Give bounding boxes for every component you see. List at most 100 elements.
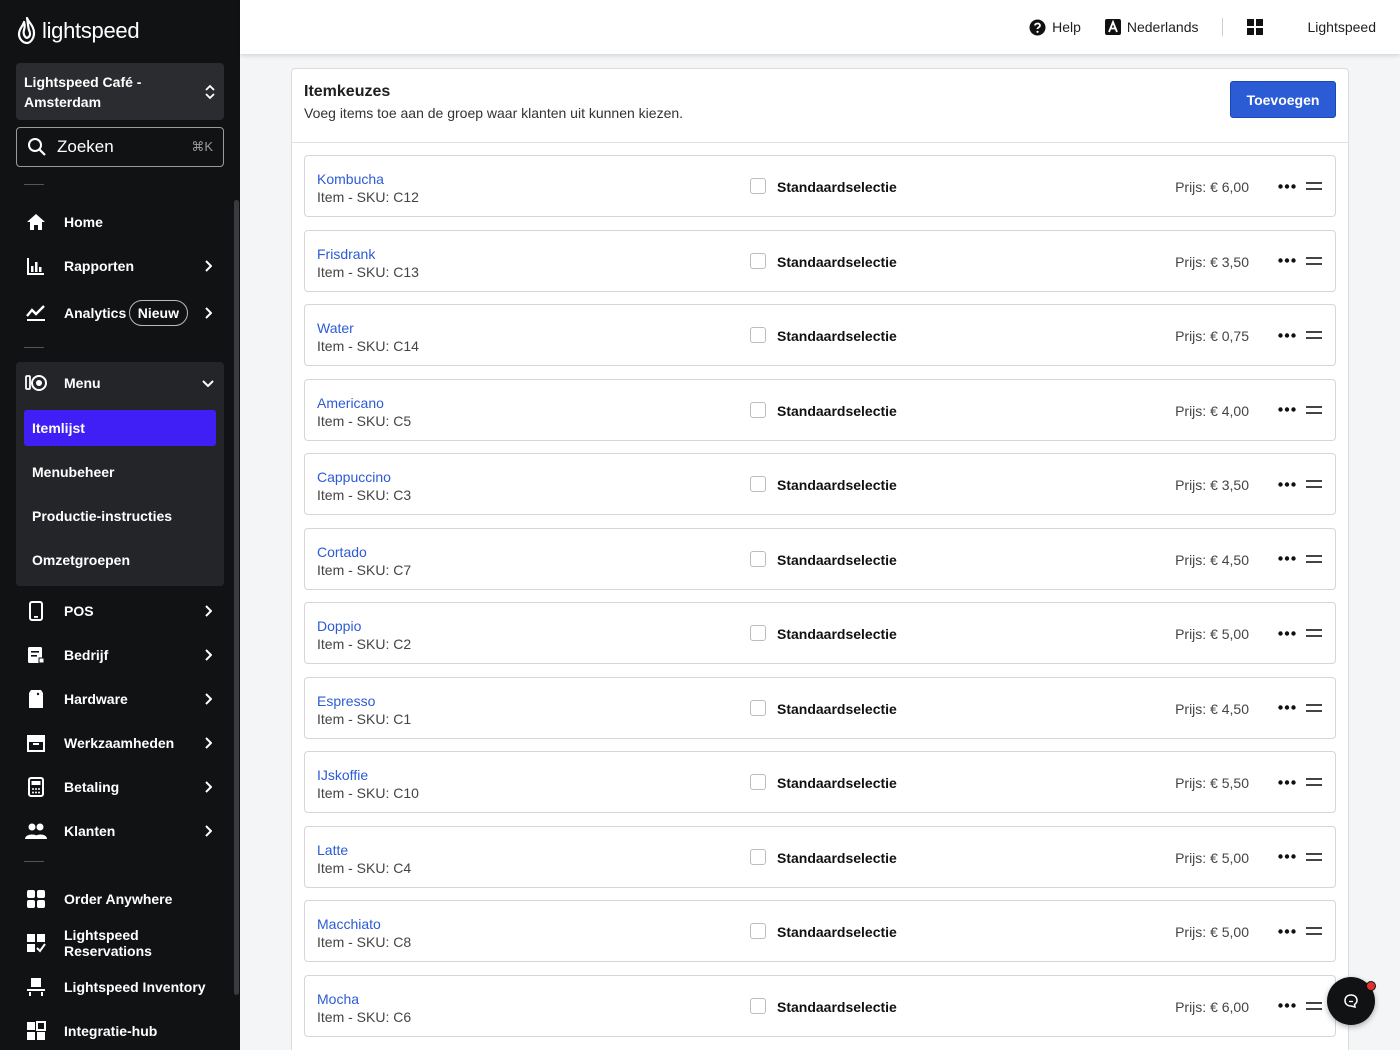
drag-handle[interactable]: [1305, 921, 1323, 941]
sidebar-item-hardware[interactable]: Hardware: [16, 679, 224, 719]
item-name-link[interactable]: Kombucha: [317, 170, 384, 188]
item-name-link[interactable]: Mocha: [317, 990, 359, 1008]
default-selection-checkbox[interactable]: [750, 699, 766, 716]
drag-handle[interactable]: [1305, 176, 1323, 196]
more-options-button[interactable]: [1277, 251, 1297, 271]
sidebar-item-label: Home: [64, 214, 103, 230]
sidebar-item-integratie-hub[interactable]: Integratie-hub: [16, 1011, 224, 1050]
drag-handle[interactable]: [1305, 623, 1323, 643]
drag-handle[interactable]: [1305, 847, 1323, 867]
item-name-link[interactable]: IJskoffie: [317, 766, 368, 784]
store-switcher[interactable]: Lightspeed Café - Amsterdam: [16, 63, 224, 120]
more-options-button[interactable]: [1277, 772, 1297, 792]
drag-handle-icon: [1306, 852, 1322, 861]
more-options-button[interactable]: [1277, 176, 1297, 196]
item-name-link[interactable]: Water: [317, 319, 354, 337]
sidebar-item-pos[interactable]: POS: [16, 591, 224, 631]
item-row[interactable]: Mocha Item - SKU: C6 Standaardselectie P…: [304, 974, 1336, 1037]
default-selection-checkbox[interactable]: [750, 997, 766, 1014]
sidebar-subitem-productie-instructies[interactable]: Productie-instructies: [24, 498, 216, 534]
item-row[interactable]: IJskoffie Item - SKU: C10 Standaardselec…: [304, 751, 1336, 813]
item-name-link[interactable]: Cortado: [317, 543, 367, 561]
lightspeed-logo[interactable]: lightspeed: [16, 16, 140, 46]
item-row[interactable]: Doppio Item - SKU: C2 Standaardselectie …: [304, 602, 1336, 664]
sidebar-item-werkzaamheden[interactable]: Werkzaamheden: [16, 723, 224, 763]
sidebar-item-home[interactable]: Home: [16, 202, 224, 242]
item-name-link[interactable]: Macchiato: [317, 915, 381, 933]
default-selection-checkbox[interactable]: [750, 625, 766, 641]
default-selection-label: Standaardselectie: [777, 700, 897, 717]
item-row[interactable]: Cortado Item - SKU: C7 Standaardselectie…: [304, 527, 1336, 590]
sidebar-subitem-menubeheer[interactable]: Menubeheer: [24, 454, 216, 490]
more-options-button[interactable]: [1277, 921, 1297, 941]
item-name-link[interactable]: Latte: [317, 841, 348, 859]
more-options-button[interactable]: [1277, 847, 1297, 867]
account-menu[interactable]: Lightspeed: [1307, 19, 1376, 35]
item-row[interactable]: Cappuccino Item - SKU: C3 Standaardselec…: [304, 453, 1336, 515]
sidebar-item-analytics[interactable]: Analytics Nieuw: [16, 293, 224, 333]
default-selection-label: Standaardselectie: [777, 849, 897, 866]
more-options-button[interactable]: [1277, 549, 1297, 569]
sidebar-scrollbar[interactable]: [234, 200, 239, 995]
more-options-button[interactable]: [1277, 400, 1297, 420]
drag-handle[interactable]: [1305, 325, 1323, 345]
more-options-button[interactable]: [1277, 698, 1297, 718]
default-selection-checkbox[interactable]: [750, 401, 766, 418]
item-name-link[interactable]: Doppio: [317, 617, 361, 635]
sidebar-subitem-omzetgroepen[interactable]: Omzetgroepen: [24, 542, 216, 578]
item-row[interactable]: Kombucha Item - SKU: C12 Standaardselect…: [304, 155, 1336, 217]
add-button[interactable]: Toevoegen: [1230, 81, 1336, 118]
sidebar-item-order-anywhere[interactable]: Order Anywhere: [16, 879, 224, 919]
sidebar: lightspeed Lightspeed Café - Amsterdam Z…: [0, 0, 240, 1050]
sidebar-item-inventory[interactable]: Lightspeed Inventory: [16, 967, 224, 1007]
drag-handle[interactable]: [1305, 549, 1323, 569]
more-options-button[interactable]: [1277, 996, 1297, 1016]
default-selection-checkbox[interactable]: [750, 476, 766, 492]
sidebar-item-bedrijf[interactable]: Bedrijf: [16, 635, 224, 675]
help-link[interactable]: Help: [1029, 19, 1081, 36]
item-row[interactable]: Latte Item - SKU: C4 Standaardselectie P…: [304, 825, 1336, 888]
item-row[interactable]: Macchiato Item - SKU: C8 Standaardselect…: [304, 900, 1336, 962]
drag-handle[interactable]: [1305, 772, 1323, 792]
item-row[interactable]: Frisdrank Item - SKU: C13 Standaardselec…: [304, 229, 1336, 292]
sidebar-item-betaling[interactable]: Betaling: [16, 767, 224, 807]
sidebar-item-klanten[interactable]: Klanten: [16, 811, 224, 851]
sidebar-item-label: Klanten: [64, 823, 116, 839]
default-selection-checkbox[interactable]: [750, 178, 766, 194]
drag-handle-icon: [1306, 927, 1322, 935]
item-row[interactable]: Water Item - SKU: C14 Standaardselectie …: [304, 304, 1336, 366]
drag-handle[interactable]: [1305, 698, 1323, 718]
drag-handle-icon: [1306, 480, 1322, 488]
default-selection-checkbox[interactable]: [750, 923, 766, 939]
drag-handle[interactable]: [1305, 996, 1323, 1016]
item-name-link[interactable]: Cappuccino: [317, 468, 391, 486]
default-selection-checkbox[interactable]: [750, 774, 766, 790]
item-row[interactable]: Espresso Item - SKU: C1 Standaardselecti…: [304, 676, 1336, 739]
divider: [24, 861, 44, 862]
more-horizontal-icon: [1278, 705, 1296, 710]
search-input[interactable]: Zoeken ⌘K: [16, 127, 224, 167]
flame-logo-icon: [17, 17, 36, 45]
item-row[interactable]: Americano Item - SKU: C5 Standaardselect…: [304, 378, 1336, 441]
sidebar-item-menu[interactable]: Menu: [16, 363, 224, 403]
default-selection-checkbox[interactable]: [750, 848, 766, 865]
language-switcher[interactable]: Nederlands: [1104, 19, 1198, 35]
item-name-link[interactable]: Americano: [317, 394, 384, 412]
drag-handle[interactable]: [1305, 251, 1323, 271]
more-options-button[interactable]: [1277, 325, 1297, 345]
sidebar-item-rapporten[interactable]: Rapporten: [16, 246, 224, 286]
app-switcher[interactable]: [1247, 19, 1264, 35]
drag-handle[interactable]: [1305, 474, 1323, 494]
item-name-link[interactable]: Espresso: [317, 692, 375, 710]
more-options-button[interactable]: [1277, 623, 1297, 643]
default-selection-checkbox[interactable]: [750, 252, 766, 269]
default-selection-checkbox[interactable]: [750, 327, 766, 343]
sidebar-item-label: Menu: [64, 375, 101, 391]
drag-handle[interactable]: [1305, 400, 1323, 420]
sidebar-item-reservations[interactable]: Lightspeed Reservations: [16, 923, 224, 963]
more-options-button[interactable]: [1277, 474, 1297, 494]
item-name-link[interactable]: Frisdrank: [317, 245, 375, 263]
panel-header: Itemkeuzes Voeg items toe aan de groep w…: [292, 69, 1348, 143]
default-selection-checkbox[interactable]: [750, 550, 766, 567]
sidebar-subitem-itemlijst[interactable]: Itemlijst: [24, 410, 216, 446]
